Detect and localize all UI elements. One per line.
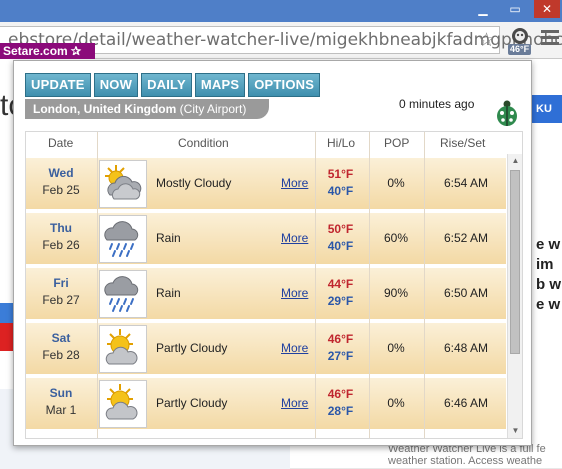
rain-icon (99, 215, 147, 263)
forecast-row: Sun Mar 1 Partly Cloudy More 46°F 28°F 0% 6:46 … (26, 374, 506, 429)
column-divider (424, 132, 425, 438)
partly-cloudy-icon (99, 380, 147, 428)
page-description-fragment: Weather Watcher Live is a full fe weathe… (388, 443, 546, 467)
forecast-date: Feb 27 (42, 293, 80, 307)
setare-watermark: Setare.com ✰ (0, 43, 96, 59)
forecast-high: 46°F (327, 387, 354, 401)
forecast-pop: 0% (387, 341, 405, 355)
forecast-pop: 60% (383, 231, 409, 245)
forecast-low: 28°F (327, 404, 354, 418)
forecast-pop: 0% (387, 176, 405, 190)
more-link[interactable]: More (281, 341, 308, 355)
forecast-day: Wed (48, 166, 74, 180)
tab-options[interactable]: OPTIONS (248, 73, 321, 97)
column-header-pop: POP (384, 136, 410, 150)
more-link[interactable]: More (281, 176, 308, 190)
forecast-high: 50°F (327, 222, 354, 236)
partly-cloudy-icon (99, 325, 147, 373)
forecast-low: 29°F (327, 294, 354, 308)
tab-now[interactable]: NOW (93, 73, 139, 97)
window-titlebar: ▁ ▭ ✕ (0, 0, 562, 22)
forecast-date: Feb 26 (42, 238, 80, 252)
forecast-sunrise: 6:50 AM (443, 286, 489, 300)
forecast-low: 27°F (327, 349, 354, 363)
page-blue-strip (0, 303, 14, 323)
column-header-date: Date (48, 136, 74, 150)
forecast-row: Wed Feb 25 Mostly Cloudy More 51°F 40°F 0% 6:54… (26, 154, 506, 209)
forecast-condition: Rain (156, 286, 181, 300)
forecast-date: Feb 25 (42, 183, 80, 197)
page-heading-fragment: e w im b w e w (536, 236, 561, 313)
more-link[interactable]: More (281, 286, 308, 300)
column-divider (369, 132, 370, 438)
column-divider (97, 132, 98, 438)
forecast-table-header: Date Condition Hi/Lo POP Rise/Set (26, 132, 522, 154)
scroll-thumb[interactable] (510, 170, 520, 354)
forecast-table: Date Condition Hi/Lo POP Rise/Set Wed Feb… (25, 131, 523, 439)
forecast-sunrise: 6:48 AM (443, 341, 489, 355)
forecast-condition: Rain (156, 231, 181, 245)
weather-extension-icon (512, 28, 528, 44)
forecast-pop: 0% (387, 396, 405, 410)
weather-popup: UPDATE NOW DAILY MAPS OPTIONS London, Un… (13, 60, 532, 446)
more-link[interactable]: More (281, 231, 308, 245)
forecast-sunrise: 6:54 AM (443, 176, 489, 190)
browser-menu-icon[interactable] (541, 30, 559, 48)
tab-daily[interactable]: DAILY (141, 73, 192, 97)
forecast-date: Mar 1 (45, 403, 77, 417)
forecast-condition: Partly Cloudy (156, 341, 228, 355)
forecast-row: Sat Feb 28 Partly Cloudy More 46°F 27°F 0% 6:48… (26, 319, 506, 374)
forecast-condition: Partly Cloudy (156, 396, 228, 410)
column-divider (315, 132, 316, 438)
forecast-day: Fri (53, 276, 69, 290)
weather-extension-button[interactable]: 46°F (507, 27, 535, 55)
forecast-low: 40°F (327, 239, 354, 253)
forecast-high: 46°F (327, 332, 354, 346)
extension-temperature-badge: 46°F (508, 44, 532, 55)
location-name: London, United Kingdom (33, 102, 177, 116)
forecast-scrollbar[interactable]: ▲ ▼ (507, 154, 522, 438)
forecast-row: Fri Feb 27 Rain More 44°F 29°F 90% 6:50 AM (26, 264, 506, 319)
mostly-cloudy-icon (99, 160, 147, 208)
forecast-sunrise: 6:52 AM (443, 231, 489, 245)
minimize-button[interactable]: ▁ (470, 0, 496, 18)
page-blue-button[interactable]: KU (532, 95, 562, 123)
forecast-day: Thu (50, 221, 72, 235)
column-header-hilo: Hi/Lo (327, 136, 356, 150)
forecast-low: 40°F (327, 184, 354, 198)
column-header-riseset: Rise/Set (440, 136, 486, 150)
forecast-high: 44°F (327, 277, 354, 291)
location-bar[interactable]: London, United Kingdom (City Airport) (25, 99, 269, 119)
forecast-condition: Mostly Cloudy (156, 176, 232, 190)
page-red-strip (0, 323, 14, 351)
location-station: (City Airport) (179, 102, 247, 116)
tab-update[interactable]: UPDATE (25, 73, 91, 97)
forecast-day: Sun (49, 386, 73, 400)
rain-icon (99, 270, 147, 318)
forecast-day: Sat (51, 331, 71, 345)
bookmark-star-icon[interactable]: ☆ (478, 29, 495, 52)
popup-tab-bar: UPDATE NOW DAILY MAPS OPTIONS (25, 73, 323, 97)
update-status: 0 minutes ago (399, 97, 475, 111)
forecast-row: Thu Feb 26 Rain More 50°F 40°F 60% 6:52 AM (26, 209, 506, 264)
forecast-sunrise: 6:46 AM (443, 396, 489, 410)
close-button[interactable]: ✕ (534, 0, 560, 18)
column-header-condition: Condition (178, 136, 229, 150)
forecast-pop: 90% (383, 286, 409, 300)
tab-maps[interactable]: MAPS (194, 73, 246, 97)
forecast-high: 51°F (327, 167, 354, 181)
scroll-up-arrow-icon[interactable]: ▲ (508, 154, 522, 168)
forecast-date: Feb 28 (42, 348, 80, 362)
ladybug-logo-icon (497, 100, 517, 126)
more-link[interactable]: More (281, 396, 308, 410)
maximize-button[interactable]: ▭ (502, 0, 528, 18)
scroll-down-arrow-icon[interactable]: ▼ (508, 424, 522, 438)
